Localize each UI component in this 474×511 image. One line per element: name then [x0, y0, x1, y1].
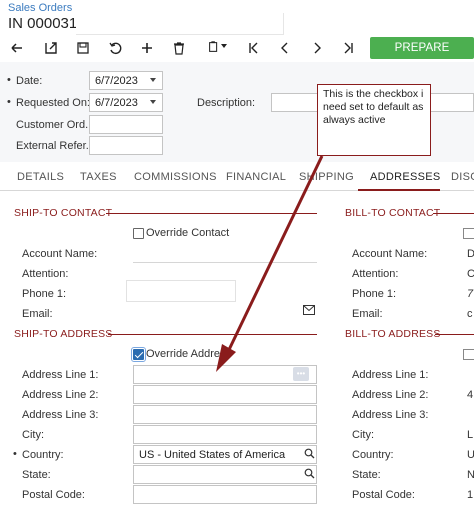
breadcrumb[interactable]: Sales Orders	[8, 2, 72, 14]
override-contact-label: Override Contact	[146, 227, 230, 239]
description-label: Description:	[197, 97, 256, 109]
next-icon[interactable]	[304, 37, 330, 59]
tab-disc[interactable]: DISC	[451, 171, 474, 183]
ship-phone1-label: Phone 1:	[22, 288, 67, 300]
bill-attention-label: Attention:	[352, 268, 399, 280]
annotation-callout: This is the checkbox i need set to defau…	[317, 84, 431, 156]
requested-on-label: Requested On:	[7, 96, 90, 109]
override-address-label: Override Address	[146, 348, 231, 360]
tab-details[interactable]: DETAILS	[17, 171, 64, 183]
ship-email-label: Email:	[22, 308, 53, 320]
external-ref-label: External Refer...	[16, 140, 95, 152]
ship-attention-label: Attention:	[22, 268, 69, 280]
ship-postal-field[interactable]	[133, 485, 317, 504]
override-address-checkbox[interactable]	[131, 347, 146, 362]
bill-account-name-label: Account Name:	[352, 248, 428, 260]
section-divider	[435, 334, 474, 335]
bill-override-contact-checkbox[interactable]	[463, 228, 474, 239]
tab-taxes[interactable]: TAXES	[80, 171, 117, 183]
bill-email-label: Email:	[352, 308, 383, 320]
bill-line2-value[interactable]: 4	[467, 389, 473, 401]
undo-arrow-icon[interactable]	[4, 37, 30, 59]
requested-on-field[interactable]: 6/7/2023	[89, 93, 163, 112]
bill-email-value[interactable]: c	[467, 308, 473, 320]
bill-country-label: Country:	[352, 449, 394, 461]
bill-city-value[interactable]: L	[467, 429, 473, 441]
date-field[interactable]: 6/7/2023	[89, 71, 163, 90]
save-icon[interactable]	[70, 37, 96, 59]
search-icon[interactable]	[304, 468, 315, 482]
ship-line2-label: Address Line 2:	[22, 389, 99, 401]
requested-on-value: 6/7/2023	[95, 97, 138, 109]
ship-city-field[interactable]	[133, 425, 317, 444]
last-icon[interactable]	[336, 37, 362, 59]
bill-phone1-label: Phone 1:	[352, 288, 397, 300]
prepare-invoice-button[interactable]: PREPARE INVOICE	[370, 37, 474, 76]
bill-country-value[interactable]: U	[467, 449, 474, 461]
ship-line1-label: Address Line 1:	[22, 369, 99, 381]
bill-city-label: City:	[352, 429, 374, 441]
external-ref-field[interactable]	[89, 136, 163, 155]
save-close-icon[interactable]	[38, 37, 64, 59]
section-divider	[108, 334, 317, 335]
envelope-icon[interactable]	[303, 305, 315, 318]
bill-attention-value[interactable]: C	[467, 268, 474, 280]
bill-state-label: State:	[352, 469, 381, 481]
ship-email-field[interactable]	[133, 304, 317, 323]
ship-postal-label: Postal Code:	[22, 489, 85, 501]
bill-to-contact-title: BILL-TO CONTACT	[345, 207, 441, 219]
customer-order-field[interactable]	[89, 115, 163, 134]
override-contact-checkbox[interactable]	[133, 228, 144, 239]
copy-paste-icon[interactable]	[200, 37, 234, 59]
tab-shipping[interactable]: SHIPPING	[299, 171, 354, 183]
ship-line3-label: Address Line 3:	[22, 409, 99, 421]
date-label: Date:	[7, 74, 42, 87]
delete-icon[interactable]	[166, 37, 192, 59]
ship-country-value: US - United States of America	[139, 449, 286, 461]
ship-account-name-label: Account Name:	[22, 248, 98, 260]
ship-country-field[interactable]: US - United States of America	[133, 445, 317, 464]
bill-state-value[interactable]: N	[467, 469, 474, 481]
ship-phone1-field[interactable]	[126, 280, 236, 302]
bill-override-address-checkbox[interactable]	[463, 349, 474, 360]
bill-postal-label: Postal Code:	[352, 489, 415, 501]
ship-line1-field[interactable]	[133, 365, 317, 384]
section-divider	[106, 213, 317, 214]
ship-line3-field[interactable]	[133, 405, 317, 424]
bill-line1-label: Address Line 1:	[352, 369, 429, 381]
section-divider	[433, 213, 474, 214]
bill-postal-value[interactable]: 1	[467, 489, 473, 501]
bill-line3-label: Address Line 3:	[352, 409, 429, 421]
customer-order-label: Customer Ord...	[16, 119, 95, 131]
title-description-field	[76, 13, 284, 35]
tab-commissions[interactable]: COMMISSIONS	[134, 171, 217, 183]
tab-financial[interactable]: FINANCIAL	[226, 171, 286, 183]
bill-line2-label: Address Line 2:	[352, 389, 429, 401]
first-icon[interactable]	[240, 37, 266, 59]
ship-to-contact-title: SHIP-TO CONTACT	[14, 207, 113, 219]
ship-state-label: State:	[22, 469, 51, 481]
ship-line2-field[interactable]	[133, 385, 317, 404]
ship-to-address-title: SHIP-TO ADDRESS	[14, 328, 113, 340]
date-value: 6/7/2023	[95, 75, 138, 87]
ship-city-label: City:	[22, 429, 44, 441]
cancel-icon[interactable]	[102, 37, 128, 59]
add-icon[interactable]	[134, 37, 160, 59]
active-tab-indicator	[358, 189, 440, 191]
bill-account-name-value[interactable]: D	[467, 248, 474, 260]
ship-state-field[interactable]	[133, 465, 317, 484]
chevron-down-icon[interactable]	[150, 78, 156, 82]
page-title: IN 000031 -	[8, 15, 87, 32]
ship-account-name-field[interactable]	[133, 244, 317, 263]
previous-icon[interactable]	[272, 37, 298, 59]
ship-country-label: Country:	[13, 448, 63, 461]
search-icon[interactable]	[304, 448, 315, 462]
bill-phone1-value[interactable]: 7	[467, 288, 473, 300]
tab-addresses[interactable]: ADDRESSES	[370, 171, 441, 183]
more-button[interactable]: •••	[293, 367, 309, 381]
bill-to-address-title: BILL-TO ADDRESS	[345, 328, 441, 340]
chevron-down-icon[interactable]	[150, 100, 156, 104]
